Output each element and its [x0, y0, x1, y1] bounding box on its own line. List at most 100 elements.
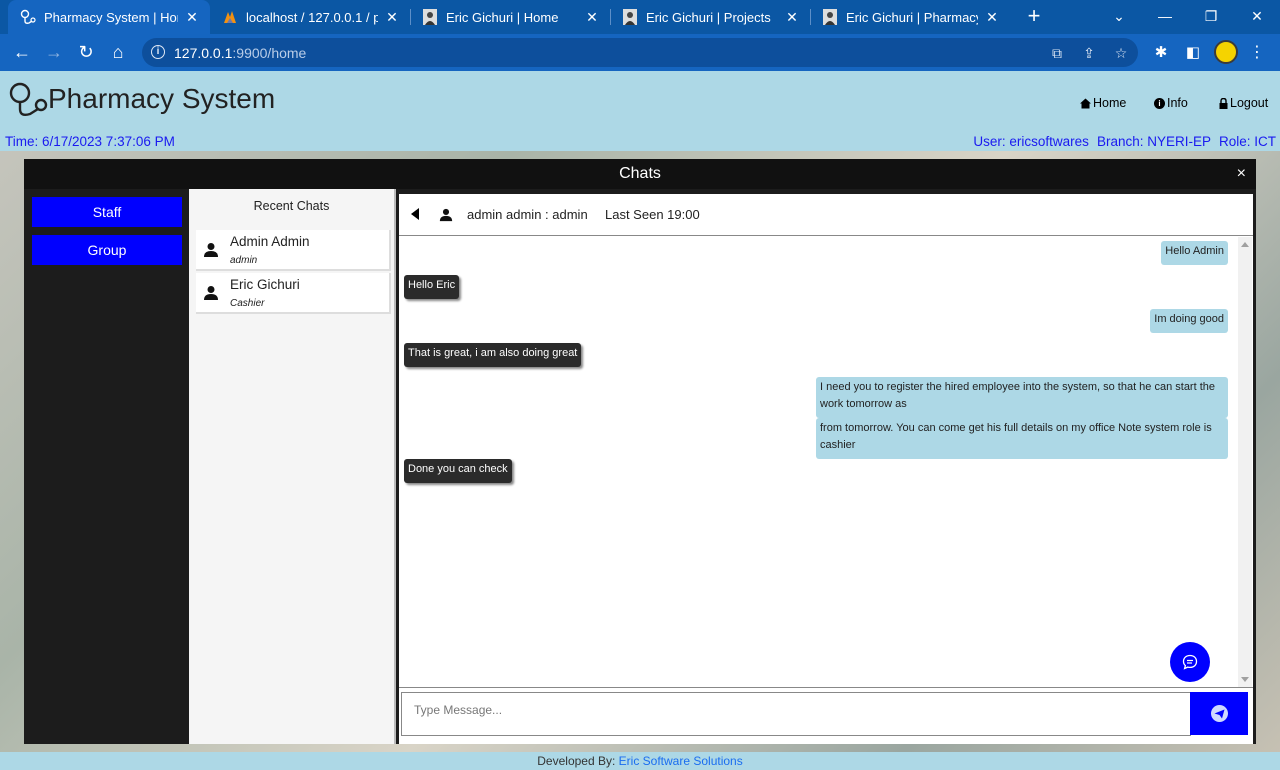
contact-name: Eric Gichuri	[230, 277, 300, 292]
reload-icon[interactable]: ↻	[74, 40, 98, 64]
send-icon	[1211, 705, 1228, 722]
user-role: Role: ICT	[1218, 134, 1276, 149]
stethoscope-icon	[20, 9, 36, 25]
page-footer: Developed By: Eric Software Solutions	[0, 752, 1280, 770]
footer-link[interactable]: Eric Software Solutions	[619, 754, 743, 768]
site-info-icon[interactable]: i	[151, 45, 165, 59]
recent-chats-panel: Recent Chats Admin Admin admin Eric Gich…	[189, 189, 394, 744]
extensions-icon[interactable]: ✱	[1150, 42, 1172, 64]
contact-role: admin	[230, 255, 258, 266]
tab-close-icon[interactable]: ✕	[584, 9, 600, 26]
staff-button[interactable]: Staff	[32, 197, 182, 227]
nav-home-label: Home	[1093, 96, 1127, 110]
contact-role: Cashier	[230, 298, 265, 309]
tab-eric-projects[interactable]: Eric Gichuri | Projects ✕	[610, 0, 810, 34]
info-icon: i	[1154, 97, 1165, 109]
phpmyadmin-icon	[222, 9, 238, 25]
message-composer	[399, 687, 1253, 744]
scroll-up-icon[interactable]	[1241, 242, 1249, 247]
share-icon[interactable]: ⇪	[1080, 44, 1098, 62]
person-icon	[204, 286, 218, 300]
message-scrollbar[interactable]	[1238, 237, 1252, 687]
recent-chats-title: Recent Chats	[253, 199, 330, 213]
message-sent: Im doing good	[1150, 309, 1228, 333]
new-chat-button[interactable]	[1170, 642, 1210, 682]
tab-eric-pharmacy[interactable]: Eric Gichuri | Pharmacy sy ✕	[810, 0, 1010, 34]
tab-title: Eric Gichuri | Projects	[646, 9, 771, 25]
menu-kebab-icon[interactable]: ⋮	[1249, 42, 1265, 64]
browser-toolbar: ← → ↻ ⌂ i 127.0.0.1:9900/home ⧉ ⇪ ☆ ✱ ◧ …	[0, 34, 1280, 71]
address-bar[interactable]: i 127.0.0.1:9900/home ⧉ ⇪ ☆	[142, 38, 1138, 67]
tab-title: localhost / 127.0.0.1 / pha	[246, 9, 378, 25]
tab-close-icon[interactable]: ✕	[184, 9, 200, 26]
restore-icon[interactable]: ❐	[1196, 4, 1226, 28]
chat-window: Chats × Staff Group Recent Chats Admin A…	[24, 159, 1256, 744]
app-header: Pharmacy System Home i Info Logout Time:…	[0, 71, 1280, 151]
message-received: That is great, i am also doing great	[404, 343, 582, 367]
conversation-panel: admin admin : admin Last Seen 19:00 Hell…	[399, 194, 1253, 744]
home-icon	[1080, 98, 1091, 108]
contact-item[interactable]: Eric Gichuri Cashier	[196, 273, 391, 314]
app-title: Pharmacy System	[48, 83, 276, 114]
nav-info-label: Info	[1167, 96, 1188, 110]
profile-photo-icon	[822, 9, 838, 25]
page-body: Pharmacy System Home i Info Logout Time:…	[0, 71, 1280, 770]
message-sent: I need you to register the hired employe…	[816, 377, 1228, 418]
panel-divider	[394, 189, 396, 744]
scroll-down-icon[interactable]	[1241, 677, 1249, 682]
tab-close-icon[interactable]: ✕	[984, 9, 1000, 26]
tab-phpmyadmin[interactable]: localhost / 127.0.0.1 / pha ✕	[210, 0, 410, 34]
home-icon[interactable]: ⌂	[106, 40, 130, 64]
message-input[interactable]	[401, 692, 1191, 736]
nav-home[interactable]: Home	[1080, 96, 1126, 110]
back-arrow-icon[interactable]	[411, 208, 419, 220]
chat-window-title: Chats	[24, 159, 1256, 189]
person-icon	[204, 243, 218, 257]
lock-icon	[1219, 97, 1228, 109]
tab-title: Eric Gichuri | Pharmacy sy	[846, 9, 978, 25]
nav-logout[interactable]: Logout	[1219, 96, 1268, 110]
new-tab-icon[interactable]: +	[1022, 4, 1046, 28]
message-sent: Hello Admin	[1161, 241, 1228, 265]
conversation-header: admin admin : admin Last Seen 19:00	[399, 194, 1253, 236]
minimize-icon[interactable]: —	[1150, 4, 1180, 28]
tab-title: Pharmacy System | Home	[44, 9, 178, 25]
footer-prefix: Developed By:	[537, 754, 619, 768]
message-received: Done you can check	[404, 459, 512, 483]
back-icon[interactable]: ←	[10, 40, 34, 64]
message-received: Hello Eric	[404, 275, 460, 299]
url-text: 127.0.0.1:9900/home	[174, 45, 307, 61]
tab-pharmacy-home[interactable]: Pharmacy System | Home ✕	[8, 0, 210, 34]
tab-eric-home[interactable]: Eric Gichuri | Home ✕	[410, 0, 610, 34]
stethoscope-logo-icon	[8, 81, 48, 119]
person-icon	[439, 208, 453, 222]
tab-close-icon[interactable]: ✕	[384, 9, 400, 26]
contact-item[interactable]: Admin Admin admin	[196, 230, 391, 271]
user-info: User: ericsoftwares Branch: NYERI-EP Role:…	[965, 134, 1276, 149]
profile-avatar[interactable]	[1214, 40, 1238, 64]
user-name: User: ericsoftwares	[973, 134, 1089, 149]
close-window-icon[interactable]: ✕	[1242, 4, 1272, 28]
group-button[interactable]: Group	[32, 235, 182, 265]
nav-logout-label: Logout	[1230, 96, 1269, 110]
tab-close-icon[interactable]: ✕	[784, 9, 800, 26]
contact-name: Admin Admin	[230, 234, 310, 249]
tab-search-icon[interactable]: ⌄	[1104, 4, 1134, 28]
browser-tab-bar: Pharmacy System | Home ✕ localhost / 127…	[0, 0, 1280, 34]
open-in-app-icon[interactable]: ⧉	[1048, 44, 1066, 62]
bookmark-star-icon[interactable]: ☆	[1112, 44, 1130, 62]
message-sent: from tomorrow. You can come get his full…	[816, 418, 1228, 459]
profile-photo-icon	[422, 9, 438, 25]
side-panel-icon[interactable]: ◧	[1182, 42, 1204, 64]
chat-bubble-icon	[1182, 654, 1198, 670]
tab-title: Eric Gichuri | Home	[446, 9, 559, 25]
forward-icon[interactable]: →	[42, 40, 66, 64]
message-list: Hello Admin Hello Eric Im doing good Tha…	[399, 237, 1253, 687]
last-seen: Last Seen 19:00	[605, 207, 700, 222]
current-time: Time: 6/17/2023 7:37:06 PM	[5, 134, 175, 149]
chat-partner: admin admin : admin	[467, 207, 588, 222]
user-branch: Branch: NYERI-EP	[1096, 134, 1211, 149]
send-button[interactable]	[1190, 692, 1248, 735]
nav-info[interactable]: i Info	[1154, 96, 1188, 110]
close-icon[interactable]: ×	[1237, 159, 1246, 189]
